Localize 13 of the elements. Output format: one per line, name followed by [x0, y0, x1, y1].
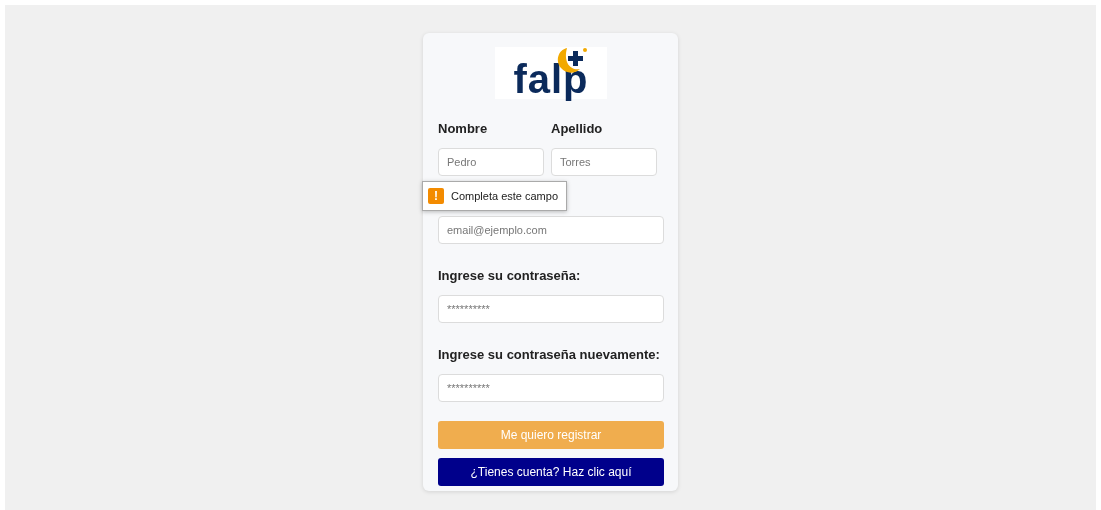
tooltip-text: Completa este campo: [451, 190, 558, 202]
input-field[interactable]: **********: [438, 374, 664, 402]
field-label: Apellido: [551, 121, 604, 136]
input-field[interactable]: **********: [438, 295, 664, 323]
input-field[interactable]: email@ejemplo.com: [438, 216, 664, 244]
input-field[interactable]: Pedro: [438, 148, 544, 176]
field-label: Nombre: [438, 121, 489, 136]
login-button[interactable]: ¿Tienes cuenta? Haz clic aquí: [438, 458, 664, 486]
logo: falp: [495, 47, 607, 99]
input-field[interactable]: Torres: [551, 148, 657, 176]
warning-icon: !: [428, 188, 444, 204]
field-label: Ingrese su contraseña:: [438, 268, 582, 283]
field-label: Ingrese su contraseña nuevamente:: [438, 347, 661, 362]
